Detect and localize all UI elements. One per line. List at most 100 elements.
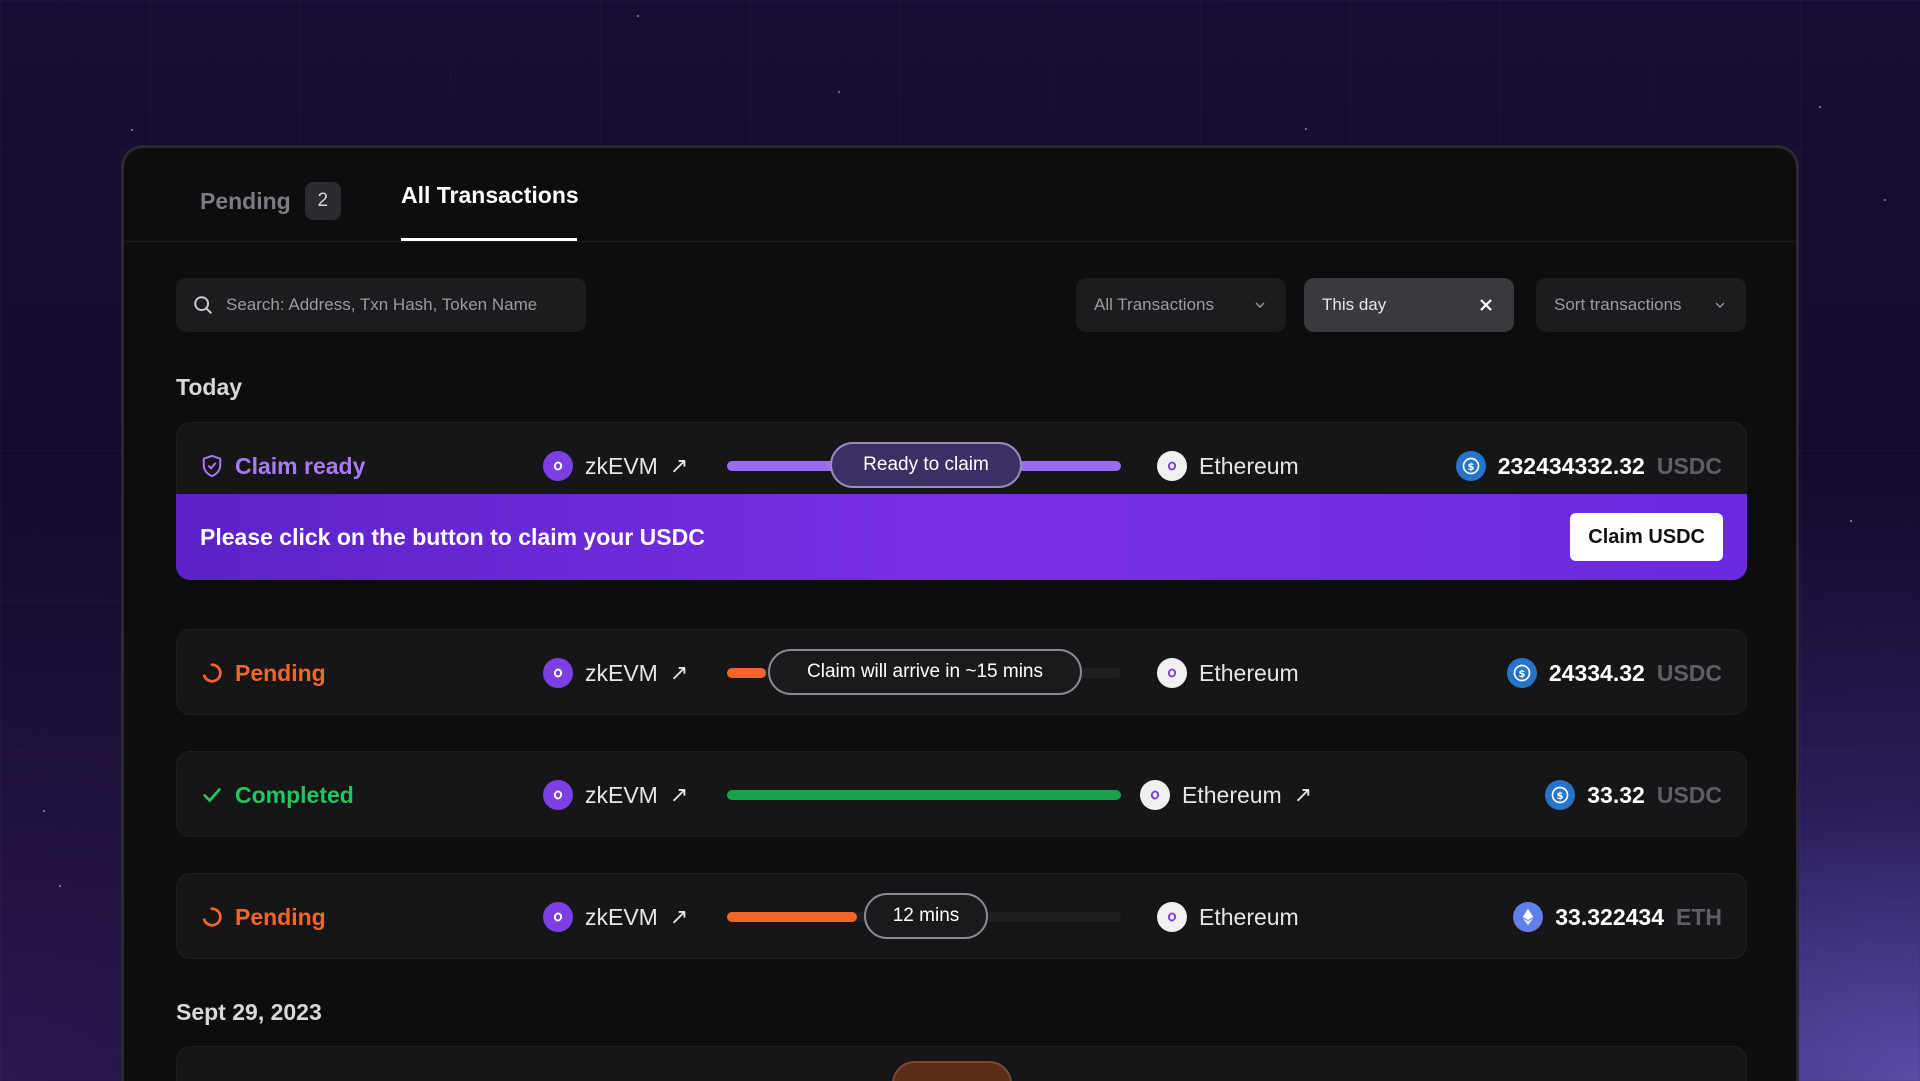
destination-chain[interactable]: Ethereum ↗ [1140,752,1312,838]
progress-track [727,790,1121,800]
transaction-row[interactable]: Pending zkEVM ↗ Claim will arrive in ~15… [176,629,1747,715]
source-chain[interactable]: zkEVM ↗ [543,752,688,838]
star [131,129,133,131]
transaction-row[interactable] [176,1046,1747,1081]
status-label: Completed [235,781,354,808]
claim-banner-text: Please click on the button to claim your… [200,523,705,550]
star [838,91,840,93]
date-filter-chip[interactable]: This day [1304,278,1514,332]
external-link-icon[interactable]: ↗ [670,782,688,808]
destination-chain-name: Ethereum [1199,659,1299,686]
star [1884,199,1886,201]
external-link-icon[interactable]: ↗ [670,904,688,930]
status-label: Pending [235,659,326,686]
source-chain[interactable]: zkEVM ↗ [543,630,688,716]
polygon-logo-icon [1157,451,1187,481]
progress-fill [727,668,767,678]
star [59,885,61,887]
polygon-logo-icon [543,451,573,481]
destination-chain-name: Ethereum [1182,781,1282,808]
amount-value: 33.32 [1587,781,1645,808]
status-label: Pending [235,903,326,930]
claim-banner: Please click on the button to claim your… [176,494,1747,580]
progress-pill: Claim will arrive in ~15 mins [768,649,1082,695]
star [1819,106,1821,108]
progress-fill [727,912,858,922]
svg-text:$: $ [1467,462,1474,473]
star [1850,520,1852,522]
usdc-icon: $ [1455,451,1486,481]
check-icon [203,788,221,803]
amount-unit: ETH [1676,903,1722,930]
star [43,810,45,812]
star [637,15,639,17]
external-link-icon[interactable]: ↗ [670,453,688,479]
pending-count-badge: 2 [304,182,341,220]
tab-bar: Pending 2 All Transactions [124,148,1796,242]
shield-check-icon [202,454,222,478]
amount-unit: USDC [1656,659,1722,686]
chevron-down-icon [1715,302,1725,308]
external-link-icon[interactable]: ↗ [1294,782,1312,808]
tab-pending-label: Pending [200,187,291,214]
source-chain-name: zkEVM [585,452,658,479]
svg-text:$: $ [1557,791,1564,802]
progress-pill: Ready to claim [830,442,1022,488]
transaction-row[interactable]: Pending zkEVM ↗ 12 mins Ethereum 33.3224… [176,873,1747,959]
transaction-type-label: All Transactions [1094,295,1214,314]
amount-value: 232434332.32 [1497,452,1645,479]
amount-unit: USDC [1656,452,1722,479]
destination-chain[interactable]: Ethereum [1157,874,1299,960]
svg-text:$: $ [1518,669,1525,680]
destination-chain-name: Ethereum [1199,903,1299,930]
polygon-logo-icon [1157,658,1187,688]
usdc-icon: $ [1545,780,1576,810]
section-date-label: Sept 29, 2023 [176,999,322,1025]
polygon-logo-icon [543,658,573,688]
star [1305,128,1307,130]
section-today-label: Today [176,374,243,400]
transaction-type-dropdown[interactable]: All Transactions [1076,278,1286,332]
status-completed: Completed [201,752,354,838]
spinner-icon [202,907,222,927]
polygon-logo-icon [1140,780,1170,810]
destination-chain[interactable]: Ethereum [1157,630,1299,716]
search-icon [194,296,212,314]
active-tab-underline [401,238,577,241]
sort-label: Sort transactions [1554,295,1682,314]
eth-icon [1513,902,1544,932]
amount: $ 24334.32 USDC [1506,630,1722,716]
amount: $ 33.32 USDC [1545,752,1722,838]
tab-all-transactions[interactable]: All Transactions [401,182,579,209]
chevron-down-icon [1255,302,1265,308]
sort-dropdown[interactable]: Sort transactions [1536,278,1746,332]
claim-usdc-button[interactable]: Claim USDC [1570,513,1723,561]
tab-all-label: All Transactions [401,182,579,208]
status-label: Claim ready [235,452,366,479]
transaction-row[interactable]: Completed zkEVM ↗ Ethereum ↗ $ 33.32 USD… [176,751,1747,837]
source-chain-name: zkEVM [585,659,658,686]
source-chain-name: zkEVM [585,781,658,808]
amount-unit: USDC [1656,781,1722,808]
usdc-icon: $ [1506,658,1537,688]
tab-pending[interactable]: Pending 2 [200,182,341,220]
progress-pill: 12 mins [864,893,988,939]
polygon-logo-icon [1157,902,1187,932]
search-input[interactable] [226,295,566,315]
polygon-logo-icon [543,780,573,810]
amount-value: 24334.32 [1548,659,1645,686]
date-filter-label: This day [1322,295,1387,314]
spinner-icon [202,663,222,683]
progress-fill [727,790,1121,800]
external-link-icon[interactable]: ↗ [670,660,688,686]
source-chain-name: zkEVM [585,903,658,930]
polygon-logo-icon [543,902,573,932]
source-chain[interactable]: zkEVM ↗ [543,874,688,960]
status-pending: Pending [201,874,326,960]
status-pending: Pending [201,630,326,716]
search-box[interactable] [176,278,586,332]
progress-pill [892,1061,1012,1081]
close-icon[interactable] [1476,295,1496,315]
amount: 33.322434 ETH [1513,874,1722,960]
amount-value: 33.322434 [1555,903,1664,930]
